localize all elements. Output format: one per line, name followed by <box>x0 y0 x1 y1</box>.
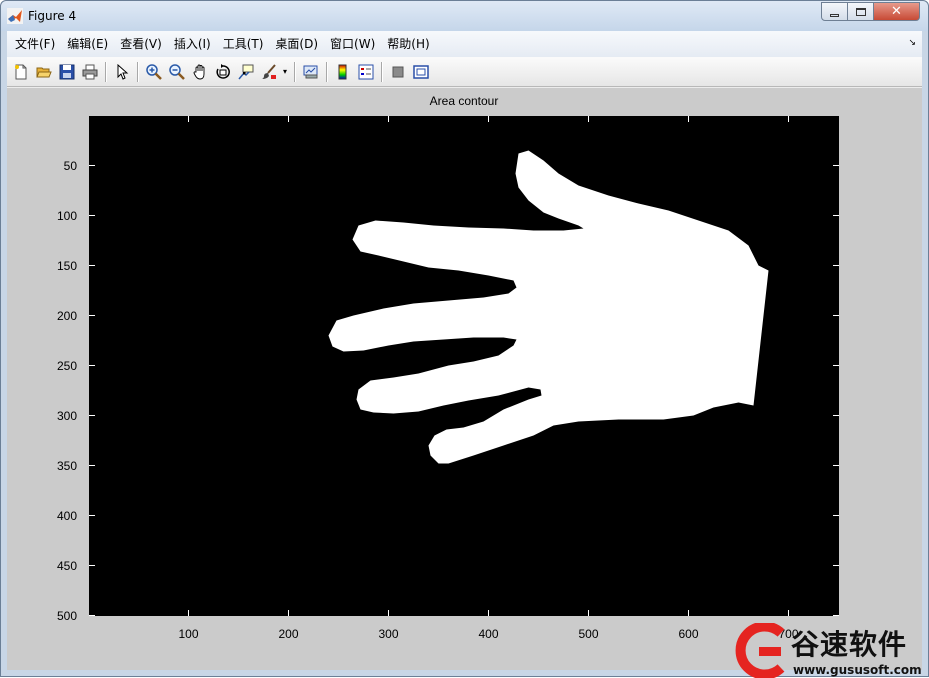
data-cursor-icon <box>237 64 253 79</box>
figure-window: Figure 4 ✕ 文件(F) 编辑(E) 查看(V) 插入(I) 工具(T)… <box>0 0 929 678</box>
y-tick-label: 100 <box>56 208 77 223</box>
folder-open-icon <box>35 67 52 77</box>
y-tick-label: 300 <box>56 408 77 423</box>
minimize-button[interactable] <box>821 2 848 21</box>
matlab-logo-icon <box>7 8 23 24</box>
floppy-disk-icon <box>59 64 74 79</box>
link-plot-button[interactable] <box>299 61 322 83</box>
figure-toolbar: ▾ <box>7 57 922 87</box>
y-tick-label: 450 <box>56 558 77 573</box>
toolbar-separator <box>105 61 106 82</box>
menu-tools[interactable]: 工具(T) <box>217 33 270 55</box>
minimize-icon <box>830 13 839 17</box>
open-file-button[interactable] <box>32 61 55 83</box>
figure-canvas: Area contour 50 100 150 200 250 300 350 400 450 5… <box>7 88 922 670</box>
hand-icon <box>193 64 204 79</box>
x-tick-label: 400 <box>478 627 499 641</box>
show-plot-tools-button[interactable] <box>409 61 432 83</box>
figure-client-area: 文件(F) 编辑(E) 查看(V) 插入(I) 工具(T) 桌面(D) 窗口(W… <box>7 31 922 670</box>
new-file-icon <box>14 64 26 79</box>
insert-colorbar-button[interactable] <box>331 61 354 83</box>
toolbar-separator <box>294 61 295 82</box>
arrow-pointer-icon <box>117 63 128 80</box>
insert-legend-button[interactable] <box>354 61 377 83</box>
image-axes[interactable] <box>89 116 839 616</box>
menu-desktop[interactable]: 桌面(D) <box>269 33 324 55</box>
hide-tools-icon <box>392 66 403 77</box>
y-tick-label: 50 <box>63 158 77 173</box>
rotate-3d-button[interactable] <box>211 61 234 83</box>
x-tick-label: 100 <box>178 627 199 641</box>
y-tick-label: 400 <box>56 508 77 523</box>
edit-plot-button[interactable] <box>110 61 133 83</box>
zoom-out-button[interactable] <box>165 61 188 83</box>
toolbar-separator <box>326 61 327 82</box>
x-tick-label: 600 <box>678 627 699 641</box>
gususoft-logo-icon <box>735 623 785 678</box>
window-title: Figure 4 <box>28 9 77 23</box>
menu-help[interactable]: 帮助(H) <box>381 33 435 55</box>
hide-plot-tools-button[interactable] <box>386 61 409 83</box>
y-tick-label: 200 <box>56 308 77 323</box>
printer-icon <box>82 64 97 79</box>
menu-file[interactable]: 文件(F) <box>9 33 61 55</box>
link-plot-icon <box>303 65 317 78</box>
x-tick-label: 500 <box>578 627 599 641</box>
brush-icon <box>261 63 276 79</box>
axes-title: Area contour <box>429 94 499 108</box>
title-bar[interactable]: Figure 4 ✕ <box>1 1 928 31</box>
toolbar-separator <box>381 61 382 82</box>
y-tick-label: 150 <box>56 258 77 273</box>
watermark: 谷速软件 www.gususoft.com <box>733 623 929 678</box>
menu-view[interactable]: 查看(V) <box>114 33 168 55</box>
brush-dropdown-arrow-icon[interactable]: ▾ <box>280 67 290 76</box>
legend-icon <box>358 64 373 79</box>
data-cursor-button[interactable] <box>234 61 257 83</box>
colorbar-icon <box>338 64 346 79</box>
y-tick-label: 350 <box>56 458 77 473</box>
close-icon: ✕ <box>891 4 902 19</box>
menu-bar: 文件(F) 编辑(E) 查看(V) 插入(I) 工具(T) 桌面(D) 窗口(W… <box>7 31 922 57</box>
hand-mask-image <box>89 116 839 616</box>
x-tick-label: 300 <box>378 627 399 641</box>
brush-button[interactable] <box>257 61 280 83</box>
menu-window[interactable]: 窗口(W) <box>324 33 381 55</box>
pan-button[interactable] <box>188 61 211 83</box>
new-figure-button[interactable] <box>9 61 32 83</box>
zoom-in-button[interactable] <box>142 61 165 83</box>
zoom-out-icon <box>168 63 185 80</box>
maximize-icon <box>855 7 866 16</box>
watermark-url: www.gususoft.com <box>793 663 922 677</box>
y-tick-label: 500 <box>56 608 77 623</box>
save-figure-button[interactable] <box>55 61 78 83</box>
close-button[interactable]: ✕ <box>874 2 920 21</box>
menu-insert[interactable]: 插入(I) <box>168 33 217 55</box>
show-tools-icon <box>412 64 429 79</box>
watermark-brand-text: 谷速软件 <box>791 628 908 661</box>
menubar-dock-arrow-icon[interactable]: ↘ <box>908 38 916 48</box>
print-figure-button[interactable] <box>78 61 101 83</box>
menu-edit[interactable]: 编辑(E) <box>61 33 114 55</box>
rotate-3d-icon <box>216 63 230 79</box>
window-controls: ✕ <box>821 2 920 21</box>
zoom-in-icon <box>145 63 162 80</box>
maximize-button[interactable] <box>848 2 874 21</box>
y-tick-label: 250 <box>56 358 77 373</box>
toolbar-separator <box>137 61 138 82</box>
hand-silhouette <box>328 150 769 464</box>
x-tick-label: 200 <box>278 627 299 641</box>
